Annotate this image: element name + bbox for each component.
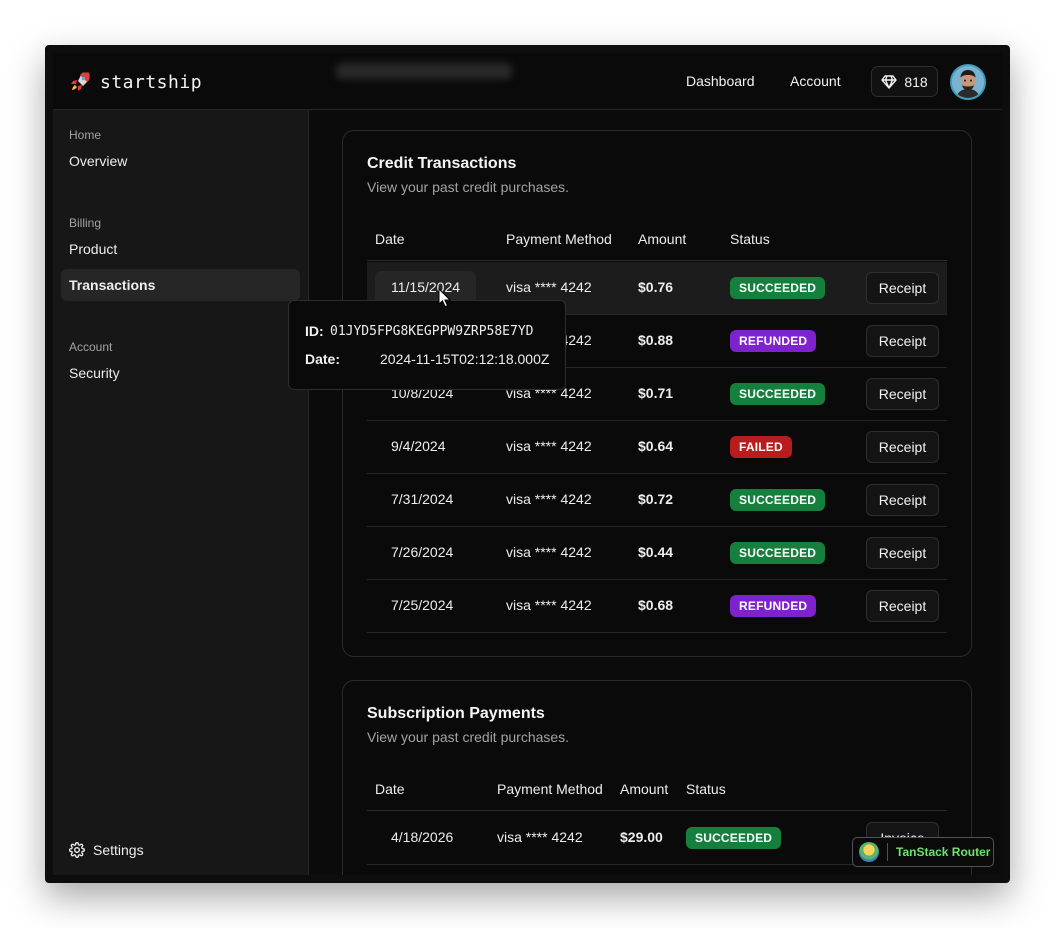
status-badge: REFUNDED [730,595,817,617]
amount-cell: $0.44 [638,544,674,560]
tooltip-id-value: 01JYD5FPG8KEGPPW9ZRP58E7YD [330,324,534,339]
status-badge: FAILED [730,436,792,458]
status-badge: REFUNDED [730,330,817,352]
receipt-button[interactable]: Receipt [866,590,939,622]
sidebar-section-account: Account [69,340,113,354]
table-row: 7/26/2024 visa **** 4242 $0.44 SUCCEEDED Rec… [367,527,947,580]
tooltip-date-label: Date: [305,351,341,367]
transaction-date-button[interactable]: 7/31/2024 [375,483,469,515]
sidebar-section-billing: Billing [69,216,102,230]
receipt-button[interactable]: Receipt [866,325,939,357]
sidebar-section-home: Home [69,128,102,142]
column-header-amount: Amount [620,781,669,797]
status-badge: SUCCEEDED [730,383,826,405]
column-header-date: Date [375,781,405,797]
amount-cell: $0.76 [638,279,674,295]
table-row: 9/4/2024 visa **** 4242 $0.64 FAILED Receipt [367,421,947,474]
divider [887,843,888,861]
transaction-date-button[interactable]: 7/25/2024 [375,589,469,621]
receipt-button[interactable]: Receipt [866,272,939,304]
sidebar-item-label: Security [69,365,120,381]
table-row: 7/25/2024 visa **** 4242 $0.68 REFUNDED Rece… [367,580,947,633]
payment-method-cell: visa **** 4242 [506,438,592,454]
sidebar-item-label: Transactions [69,277,156,293]
payment-method-cell: visa **** 4242 [506,597,592,613]
nav-dashboard[interactable]: Dashboard [686,73,755,89]
status-badge: SUCCEEDED [686,827,782,849]
app-window: startship Dashboard Account 818 Home Ove… [45,45,1010,883]
top-bar: startship Dashboard Account 818 [53,53,1002,110]
amount-cell: $0.64 [638,438,674,454]
blurred-search [336,63,512,79]
payment-method-cell: visa **** 4242 [506,544,592,560]
status-badge: SUCCEEDED [730,489,826,511]
tooltip-date-value: 2024-11-15T02:12:18.000Z [380,351,550,367]
column-header-payment-method: Payment Method [497,781,603,797]
transaction-date-button[interactable]: 4/18/2026 [375,821,469,853]
nav-account[interactable]: Account [790,73,841,89]
status-badge: SUCCEEDED [730,277,826,299]
sidebar-item-transactions[interactable]: Transactions [61,269,300,301]
amount-cell: $0.88 [638,332,674,348]
column-header-payment-method: Payment Method [506,231,612,247]
sidebar: Home Overview Billing Product Transactio… [53,110,309,875]
payment-method-cell: visa **** 4242 [497,829,583,845]
mouse-cursor-icon [438,288,452,308]
receipt-button[interactable]: Receipt [866,484,939,516]
transaction-date-button[interactable]: 7/26/2024 [375,536,469,568]
payment-method-cell: visa **** 4242 [506,491,592,507]
table-row: 7/31/2024 visa **** 4242 $0.72 SUCCEEDED Rec… [367,474,947,527]
brand-name: startship [100,71,203,93]
sidebar-item-security[interactable]: Security [61,357,300,389]
tanstack-logo-icon [859,842,879,862]
tanstack-router-devtools-button[interactable]: TanStack Router [852,837,994,867]
app-root: startship Dashboard Account 818 Home Ove… [53,53,1002,875]
card-title: Credit Transactions [367,155,517,172]
rocket-icon [71,72,90,91]
settings-label: Settings [93,842,144,858]
sidebar-item-label: Product [69,241,118,257]
transaction-tooltip: ID: 01JYD5FPG8KEGPPW9ZRP58E7YD Date: 202… [288,300,566,390]
main-content: Credit Transactions View your past credi… [309,110,1002,875]
receipt-button[interactable]: Receipt [866,537,939,569]
avatar[interactable] [950,64,986,100]
column-header-amount: Amount [638,231,687,247]
card-subtitle: View your past credit purchases. [367,729,570,745]
settings-link[interactable]: Settings [69,842,144,858]
amount-cell: $0.68 [638,597,674,613]
table-header: Date Payment Method Amount Status [367,217,947,261]
amount-cell: $0.72 [638,491,674,507]
payment-method-cell: visa **** 4242 [506,279,592,295]
gear-icon [69,842,85,858]
card-title: Subscription Payments [367,705,545,722]
transaction-date-button[interactable]: 9/4/2024 [375,430,462,462]
status-badge: SUCCEEDED [730,542,826,564]
transaction-date-button[interactable]: 11/15/2024 [375,271,477,303]
sidebar-item-product[interactable]: Product [61,233,300,265]
receipt-button[interactable]: Receipt [866,431,939,463]
receipt-button[interactable]: Receipt [866,378,939,410]
credits-badge[interactable]: 818 [871,66,938,97]
credit-transactions-card: Credit Transactions View your past credi… [342,130,972,657]
brand[interactable]: startship [68,70,202,94]
user-photo [952,66,984,98]
column-header-date: Date [375,231,405,247]
tooltip-id-label: ID: [305,323,324,339]
devtools-label: TanStack Router [896,845,991,859]
table-header: Date Payment Method Amount Status [367,767,947,811]
amount-cell: $0.71 [638,385,674,401]
card-subtitle: View your past credit purchases. [367,179,570,195]
diamond-icon [881,74,898,89]
sidebar-item-label: Overview [69,153,128,169]
amount-cell: $29.00 [620,829,663,845]
column-header-status: Status [730,231,770,247]
credits-count: 818 [904,73,928,90]
column-header-status: Status [686,781,726,797]
sidebar-item-overview[interactable]: Overview [61,145,300,177]
